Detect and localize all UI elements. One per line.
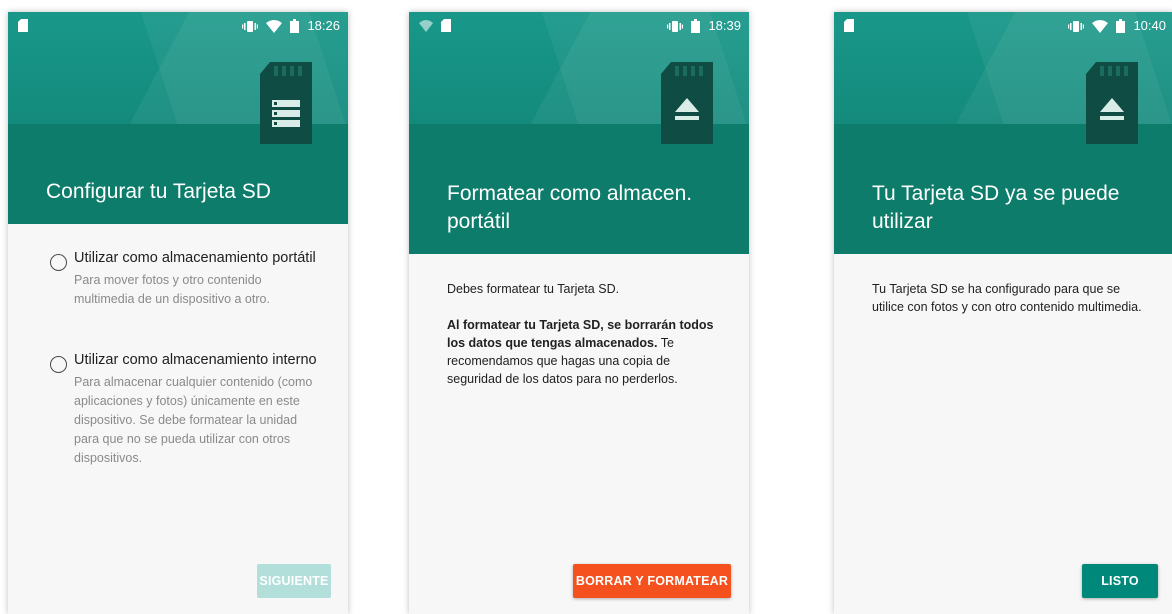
sd-card-status-icon: [441, 19, 451, 32]
battery-icon: [691, 19, 701, 33]
page-title: Tu Tarjeta SD ya se puede utilizar: [872, 182, 1120, 233]
ready-message: Tu Tarjeta SD se ha configurado para que…: [872, 280, 1150, 334]
format-message: Debes formatear tu Tarjeta SD. Al format…: [447, 280, 725, 406]
header: Configurar tu Tarjeta SD: [8, 12, 348, 224]
status-time: 18:39: [708, 18, 741, 33]
page-title: Configurar tu Tarjeta SD: [46, 180, 271, 203]
ready-text: Tu Tarjeta SD se ha configurado para que…: [872, 282, 1142, 314]
option-internal-storage[interactable]: Utilizar como almacenamiento interno Par…: [50, 350, 324, 468]
battery-icon: [290, 19, 300, 33]
page-title: Formatear como almacen. portátil: [447, 182, 693, 233]
vibrate-icon: [242, 20, 259, 32]
format-warning: Al formatear tu Tarjeta SD, se borrarán …: [447, 316, 725, 388]
screen-format-portable: Formatear como almacen. portátil 18:39 D…: [409, 12, 749, 614]
status-time: 10:40: [1133, 18, 1166, 33]
wifi-icon: [1092, 19, 1109, 33]
screen-configure-sd: Configurar tu Tarjeta SD 18:26 Utilizar …: [8, 12, 348, 614]
format-instruction: Debes formatear tu Tarjeta SD.: [447, 282, 620, 296]
option-portable-storage[interactable]: Utilizar como almacenamiento portátil Pa…: [50, 248, 324, 309]
vibrate-icon: [1068, 20, 1085, 32]
status-bar: 18:26: [8, 12, 348, 40]
option-description: Para mover fotos y otro contenido multim…: [74, 273, 270, 306]
wifi-question-icon: [419, 19, 433, 32]
sd-card-eject-icon: [1086, 62, 1138, 144]
battery-icon: [1116, 19, 1126, 33]
wifi-icon: [266, 19, 283, 33]
next-button[interactable]: SIGUIENTE: [257, 564, 331, 598]
done-button[interactable]: LISTO: [1082, 564, 1158, 598]
radio-internal[interactable]: [50, 356, 67, 373]
sd-card-status-icon: [844, 19, 854, 32]
erase-and-format-button[interactable]: BORRAR Y FORMATEAR: [573, 564, 731, 598]
status-bar: 18:39: [409, 12, 749, 40]
option-title: Utilizar como almacenamiento portátil: [74, 250, 316, 266]
sd-card-status-icon: [18, 19, 28, 32]
option-title: Utilizar como almacenamiento interno: [74, 352, 317, 368]
header: Formatear como almacen. portátil: [409, 12, 749, 254]
sd-card-storage-icon: [260, 62, 312, 144]
option-description: Para almacenar cualquier contenido (como…: [74, 375, 313, 465]
radio-portable[interactable]: [50, 254, 67, 271]
status-time: 18:26: [307, 18, 340, 33]
vibrate-icon: [667, 20, 684, 32]
sd-card-eject-icon: [661, 62, 713, 144]
screen-sd-ready: Tu Tarjeta SD ya se puede utilizar 10:40…: [834, 12, 1172, 614]
status-bar: 10:40: [834, 12, 1172, 40]
header: Tu Tarjeta SD ya se puede utilizar: [834, 12, 1172, 254]
